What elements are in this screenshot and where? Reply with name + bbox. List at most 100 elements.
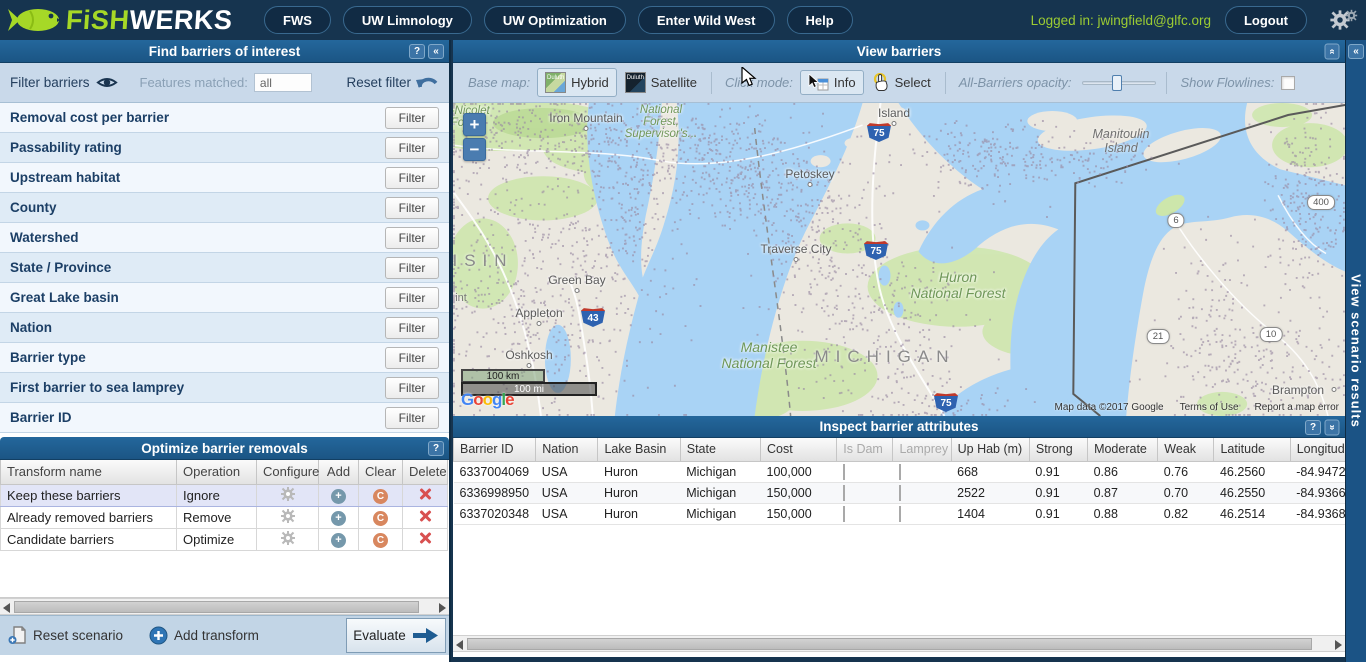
opacity-label: All-Barriers opacity: [959, 75, 1072, 90]
help-icon[interactable]: ? [428, 441, 444, 456]
column-header[interactable]: Lake Basin [598, 438, 680, 461]
clear-icon[interactable]: C [373, 489, 388, 504]
column-header[interactable]: Is Dam [837, 438, 893, 461]
barrier-row[interactable]: 6337004069USAHuronMichigan100,0006680.91… [454, 461, 1346, 482]
city-marker [575, 288, 580, 293]
delete-icon[interactable] [418, 531, 432, 545]
filter-button[interactable]: Filter [385, 167, 439, 189]
help-icon[interactable]: ? [409, 44, 425, 59]
filter-button[interactable]: Filter [385, 227, 439, 249]
transform-row[interactable]: Candidate barriersOptimize+C [1, 528, 448, 550]
clear-icon[interactable]: C [373, 533, 388, 548]
column-header[interactable]: Lamprey [893, 438, 951, 461]
features-matched-input[interactable] [254, 73, 312, 92]
column-header[interactable]: Clear [359, 460, 403, 484]
click-mode-select-button[interactable]: Select [864, 69, 939, 96]
gear-icon[interactable] [280, 530, 296, 546]
reset-scenario-button[interactable]: Reset scenario [8, 626, 123, 645]
filter-button[interactable]: Filter [385, 377, 439, 399]
horizontal-scrollbar[interactable] [453, 635, 1345, 652]
scrollbar-thumb[interactable] [14, 601, 419, 613]
scroll-left-icon[interactable] [3, 603, 10, 613]
filter-button[interactable]: Filter [385, 257, 439, 279]
filter-button[interactable]: Filter [385, 347, 439, 369]
filter-button[interactable]: Filter [385, 137, 439, 159]
reset-filter-button[interactable]: Reset filter [346, 74, 439, 92]
nav-button-help[interactable]: Help [787, 6, 853, 34]
nav-button-uw-limnology[interactable]: UW Limnology [343, 6, 472, 34]
column-header[interactable]: Up Hab (m) [951, 438, 1029, 461]
help-icon[interactable]: ? [1305, 420, 1321, 435]
map-zoom-in-button[interactable]: + [463, 113, 486, 136]
column-header[interactable]: Add [319, 460, 359, 484]
basemap-hybrid-button[interactable]: Duluth Hybrid [537, 68, 617, 97]
lamprey-checkbox[interactable] [899, 485, 901, 501]
scroll-left-icon[interactable] [456, 640, 463, 650]
column-header[interactable]: Transform name [1, 460, 177, 484]
lamprey-checkbox[interactable] [899, 464, 901, 480]
nav-button-enter-wild-west[interactable]: Enter Wild West [638, 6, 775, 34]
nav-button-fws[interactable]: FWS [264, 6, 331, 34]
logo-text-werks: WERKS [129, 5, 234, 35]
add-transform-button[interactable]: Add transform [149, 626, 259, 645]
collapse-down-icon[interactable]: « [1325, 420, 1340, 436]
slider-thumb[interactable] [1112, 75, 1122, 91]
transform-row[interactable]: Keep these barriersIgnore+C [1, 484, 448, 506]
add-icon[interactable]: + [331, 489, 346, 504]
filter-button[interactable]: Filter [385, 287, 439, 309]
scroll-right-icon[interactable] [439, 603, 446, 613]
delete-icon[interactable] [418, 509, 432, 523]
add-icon[interactable]: + [331, 533, 346, 548]
scrollbar-thumb[interactable] [467, 638, 1312, 650]
map-zoom-out-button[interactable]: − [463, 138, 486, 161]
opacity-slider[interactable] [1082, 75, 1156, 91]
column-header[interactable]: Barrier ID [454, 438, 536, 461]
delete-icon[interactable] [418, 487, 432, 501]
clear-icon[interactable]: C [373, 511, 388, 526]
barrier-row[interactable]: 6337020348USAHuronMichigan150,00014040.9… [454, 503, 1346, 524]
show-flowlines-checkbox[interactable] [1281, 76, 1295, 90]
is-dam-checkbox[interactable] [843, 485, 845, 501]
settings-gears-icon[interactable] [1329, 9, 1358, 31]
column-header[interactable]: Delete [403, 460, 448, 484]
column-header[interactable]: Configure [257, 460, 319, 484]
map-canvas[interactable]: Iron MountainNational Forest, Supervisor… [453, 103, 1345, 416]
click-mode-info-button[interactable]: Info [800, 70, 864, 95]
terms-of-use-link[interactable]: Terms of Use [1180, 402, 1239, 413]
filter-button[interactable]: Filter [385, 197, 439, 219]
nav-button-uw-optimization[interactable]: UW Optimization [484, 6, 626, 34]
add-icon[interactable]: + [331, 511, 346, 526]
gear-icon[interactable] [280, 508, 296, 524]
column-header[interactable]: Longitude [1290, 438, 1345, 461]
filter-button[interactable]: Filter [385, 317, 439, 339]
evaluate-button[interactable]: Evaluate [346, 618, 446, 653]
collapse-strip-icon[interactable]: « [1348, 44, 1364, 59]
gear-icon[interactable] [280, 486, 296, 502]
collapse-left-icon[interactable]: « [428, 44, 444, 59]
column-header[interactable]: Latitude [1214, 438, 1290, 461]
report-error-link[interactable]: Report a map error [1255, 402, 1339, 413]
click-mode-label: Click mode: [725, 75, 793, 90]
column-header[interactable]: Moderate [1088, 438, 1158, 461]
column-header[interactable]: Nation [536, 438, 598, 461]
horizontal-scrollbar[interactable] [0, 598, 449, 615]
filter-button[interactable]: Filter [385, 407, 439, 429]
barrier-row[interactable]: 6336998950USAHuronMichigan150,00025220.9… [454, 482, 1346, 503]
transform-row[interactable]: Already removed barriersRemove+C [1, 506, 448, 528]
column-header[interactable]: Cost [761, 438, 837, 461]
column-header[interactable]: State [680, 438, 760, 461]
basemap-satellite-button[interactable]: Duluth Satellite [617, 68, 705, 97]
eye-icon[interactable] [96, 75, 118, 90]
lamprey-checkbox[interactable] [899, 506, 901, 522]
logout-button[interactable]: Logout [1225, 6, 1307, 34]
scroll-right-icon[interactable] [1335, 640, 1342, 650]
is-dam-checkbox[interactable] [843, 464, 845, 480]
collapse-up-icon[interactable]: « [1325, 44, 1340, 60]
column-header[interactable]: Strong [1029, 438, 1087, 461]
scenario-results-strip[interactable]: « View scenario results [1345, 40, 1366, 662]
column-header[interactable]: Weak [1158, 438, 1214, 461]
column-header[interactable]: Operation [177, 460, 257, 484]
is-dam-checkbox[interactable] [843, 506, 845, 522]
map-panel-header: View barriers « [453, 40, 1345, 63]
filter-button[interactable]: Filter [385, 107, 439, 129]
